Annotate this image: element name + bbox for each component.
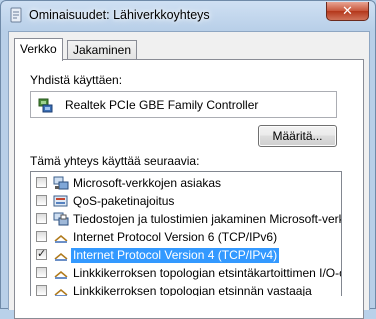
dialog-client-area: Verkko Jakaminen Yhdistä käyttäen: Realt… bbox=[8, 31, 370, 319]
components-list[interactable]: Microsoft-verkkojen asiakas QoS-paketina… bbox=[30, 171, 342, 296]
qos-scheduler-icon bbox=[53, 195, 68, 207]
items-section-label: Tämä yhteys käyttää seuraavia: bbox=[30, 154, 200, 168]
tab-verkko[interactable]: Verkko bbox=[14, 38, 63, 61]
list-item[interactable]: Tiedostojen ja tulostimien jakaminen Mic… bbox=[31, 210, 341, 228]
adapter-name: Realtek PCIe GBE Family Controller bbox=[65, 98, 259, 112]
network-adapter-icon bbox=[38, 98, 53, 113]
item-checkbox[interactable] bbox=[36, 285, 47, 296]
list-item[interactable]: Linkkikerroksen topologian etsintäkartoi… bbox=[31, 264, 341, 282]
list-item[interactable]: Internet Protocol Version 6 (TCP/IPv6) bbox=[31, 228, 341, 246]
close-button[interactable]: ✕ bbox=[326, 2, 369, 21]
item-checkbox-checked[interactable] bbox=[36, 247, 47, 260]
item-label: Internet Protocol Version 6 (TCP/IPv6) bbox=[73, 230, 278, 244]
protocol-icon bbox=[54, 271, 68, 279]
item-label: Internet Protocol Version 4 (TCP/IPv4) bbox=[71, 248, 280, 263]
item-label: Linkkikerroksen topologian etsinnän vast… bbox=[73, 284, 312, 296]
title-bar[interactable]: Ominaisuudet: Lähiverkkoyhteys ✕ bbox=[1, 1, 375, 31]
connect-using-label: Yhdistä käyttäen: bbox=[30, 73, 123, 87]
item-label: Microsoft-verkkojen asiakas bbox=[73, 176, 222, 190]
protocol-icon bbox=[54, 235, 68, 243]
configure-button[interactable]: Määritä... bbox=[258, 125, 337, 147]
adapter-field: Realtek PCIe GBE Family Controller bbox=[30, 91, 337, 118]
list-item-selected[interactable]: Internet Protocol Version 4 (TCP/IPv4) bbox=[31, 246, 341, 264]
item-label: QoS-paketinajoitus bbox=[73, 194, 175, 208]
item-checkbox[interactable] bbox=[36, 177, 47, 188]
list-item[interactable]: QoS-paketinajoitus bbox=[31, 192, 341, 210]
protocol-icon bbox=[54, 253, 68, 261]
item-label: Linkkikerroksen topologian etsintäkartoi… bbox=[73, 266, 342, 280]
item-checkbox[interactable] bbox=[36, 231, 47, 242]
properties-window: Ominaisuudet: Lähiverkkoyhteys ✕ Verkko … bbox=[0, 0, 376, 319]
item-checkbox[interactable] bbox=[36, 213, 47, 224]
item-label: Tiedostojen ja tulostimien jakaminen Mic… bbox=[73, 212, 341, 226]
protocol-icon bbox=[54, 289, 68, 296]
network-properties-icon bbox=[10, 7, 22, 23]
list-item[interactable]: Linkkikerroksen topologian etsinnän vast… bbox=[31, 282, 341, 296]
item-checkbox[interactable] bbox=[36, 195, 47, 206]
file-printer-sharing-icon bbox=[53, 212, 69, 226]
item-checkbox[interactable] bbox=[36, 267, 47, 278]
tab-jakaminen[interactable]: Jakaminen bbox=[67, 40, 138, 60]
window-title: Ominaisuudet: Lähiverkkoyhteys bbox=[29, 8, 210, 22]
network-client-icon bbox=[53, 176, 69, 190]
tab-panel-verkko: Yhdistä käyttäen: Realtek PCIe GBE Famil… bbox=[14, 59, 364, 319]
list-item[interactable]: Microsoft-verkkojen asiakas bbox=[31, 174, 341, 192]
